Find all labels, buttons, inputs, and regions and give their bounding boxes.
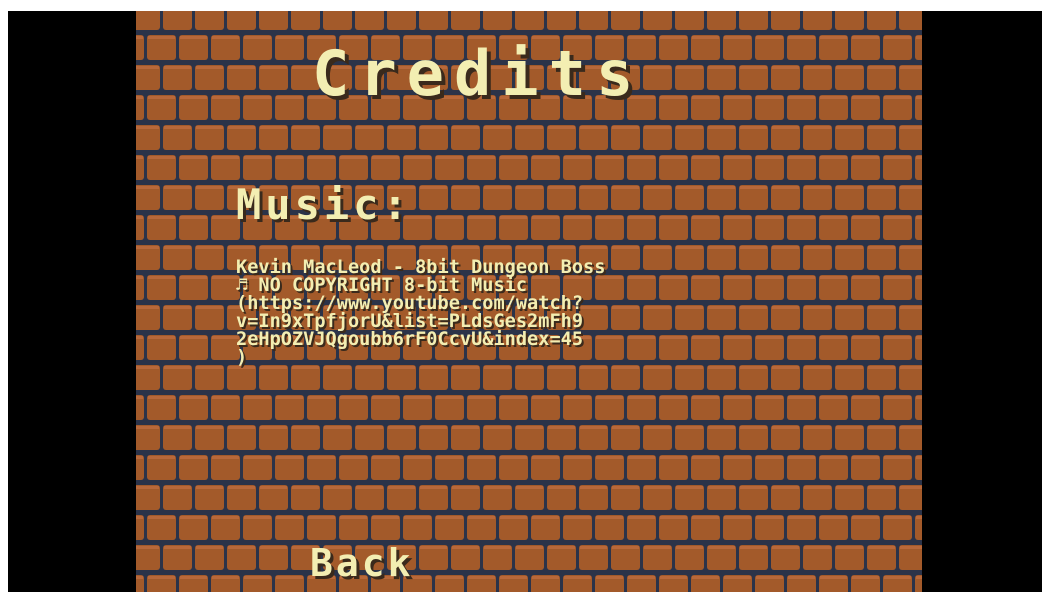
game-window: Credits Music: Kevin MacLeod - 8bit Dung… [0,0,1042,592]
credit-line: ) [236,347,248,368]
back-button[interactable]: Back [310,541,414,585]
music-heading: Music: [236,180,412,229]
credits-screen: Credits Music: Kevin MacLeod - 8bit Dung… [136,11,922,592]
letterbox-right [922,11,1042,592]
credit-line: 2eHpOZVJQgoubb6rF0CcvU&index=45 [236,329,584,350]
page-title: Credits [312,37,644,110]
letterbox-left [8,11,136,592]
